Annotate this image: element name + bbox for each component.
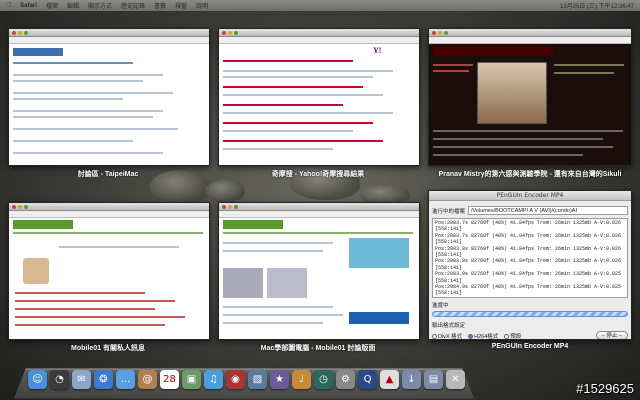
mail-icon[interactable]: ✉ [72,370,91,389]
menu-edit[interactable]: 編輯 [67,1,79,10]
garmin-ad-banner[interactable] [349,312,409,324]
address-bar[interactable] [219,211,419,218]
window-mobile01-messages[interactable] [8,202,210,340]
thumbnail[interactable] [267,268,307,298]
window-caption: Mobile01 有關私人訊息 [71,345,145,352]
menu-bar:  Safari 檔案 編輯 顯示方式 歷史記錄 書籤 視窗 說明 13月25日… [0,0,640,11]
watermark: #1529625 [576,381,634,396]
ad-banner[interactable] [349,238,409,268]
window-titlebar[interactable] [219,29,419,37]
log-line: Pos:2083.8s 82769f (48%) 41.84fps Trem: … [435,245,622,252]
stop-button[interactable]: – 停止 – [595,331,628,339]
options-label: 輸出格式設定 [432,323,466,329]
log-line: [558:141] [435,290,463,297]
window-content [219,218,419,339]
address-bar[interactable] [9,37,209,44]
menu-app-name[interactable]: Safari [20,3,37,9]
address-bar[interactable] [9,211,209,218]
menu-help[interactable]: 說明 [196,1,208,10]
radio-selected-icon [468,333,474,339]
radio-icon [504,333,510,339]
dashboard-icon[interactable]: ◔ [50,370,69,389]
window-content: Y! [219,44,419,165]
option-h264[interactable]: H264格式 [468,332,498,339]
radio-icon [432,333,437,339]
menu-bookmarks[interactable]: 書籤 [154,1,166,10]
address-bar[interactable] [429,37,631,44]
menu-window[interactable]: 視窗 [175,1,187,10]
penguin-icon[interactable]: ▲ [380,370,399,389]
option-divx[interactable]: DivX 格式 [432,332,462,339]
itunes-icon[interactable]: ♫ [204,370,223,389]
log-line: Pos:2083.7s 82769f (48%) 41.84fps Trem: … [435,232,622,239]
window-mobile01-forum[interactable] [218,202,420,340]
file-label: 進行中的檔案 [432,208,466,215]
log-line: Pos:2083.7s 82769f (48%) 41.84fps Trem: … [435,220,622,226]
window-caption: 討論區 - TaipeiMac [77,171,139,178]
safari-icon[interactable]: ❂ [94,370,113,389]
downloads-icon[interactable]: ↓ [402,370,421,389]
background-rock [150,170,210,204]
avatar [23,258,49,284]
progress-bar [432,311,628,317]
documents-icon[interactable]: ▤ [424,370,443,389]
background-rock [205,180,245,202]
window-titlebar[interactable] [219,203,419,211]
format-options: DivX 格式 H264格式 預設 – 停止 – [432,331,628,339]
window-yahoo-search[interactable]: Y! [218,28,420,166]
encoder-title[interactable]: PEnGUIn Encoder MP4 [429,191,631,201]
window-caption: PEnGUIn Encoder MP4 [491,343,569,350]
finder-icon[interactable]: ☺ [28,370,47,389]
menu-file[interactable]: 檔案 [46,1,58,10]
window-content [429,44,631,165]
encoding-log[interactable]: Pos:2083.7s 82769f (48%) 41.84fps Trem: … [432,218,628,298]
site-logo-icon [13,220,73,229]
address-book-icon[interactable]: @ [138,370,157,389]
apple-menu-icon[interactable]:  [6,2,11,9]
menu-clock[interactable]: 13月25日 (三) 下午12:36:47 [560,1,634,10]
encoder-body: 進行中的檔案 /Volumes/BOOTCAMP/ A V (AVI)/(con… [429,201,631,339]
window-titlebar[interactable] [9,29,209,37]
window-taipeimac[interactable] [8,28,210,166]
iphoto-icon[interactable]: ▧ [248,370,267,389]
window-caption: 奇摩搜 - Yahoo!奇摩搜尋結果 [271,171,365,178]
window-titlebar[interactable] [429,29,631,37]
site-logo-icon [223,220,283,229]
imovie-icon[interactable]: ★ [270,370,289,389]
site-header [433,46,553,56]
window-caption: Pranav Mistry的第六感與測驗學院 - 還有來自台灣的Sikuli [438,171,622,178]
yahoo-logo-icon: Y! [373,46,382,55]
log-line: Pos:2083.9s 82769f (48%) 41.84fps Trem: … [435,271,622,278]
system-preferences-icon[interactable]: ⚙ [336,370,355,389]
option-default[interactable]: 預設 [504,332,521,339]
menu-view[interactable]: 顯示方式 [88,1,112,10]
quicktime-icon[interactable]: Q [358,370,377,389]
preview-icon[interactable]: ▣ [182,370,201,389]
garageband-icon[interactable]: ♩ [292,370,311,389]
log-line: Pos:2084.0s 82769f (48%) 41.84fps Trem: … [435,284,622,291]
file-row: 進行中的檔案 /Volumes/BOOTCAMP/ A V (AVI)/(con… [432,206,628,215]
trash-icon[interactable]: ✕ [446,370,465,389]
window-titlebar[interactable] [9,203,209,211]
video-thumbnail[interactable] [477,62,547,124]
window-pranav-mistry[interactable] [428,28,632,166]
photo-booth-icon[interactable]: ◉ [226,370,245,389]
ichat-icon[interactable]: … [116,370,135,389]
menu-history[interactable]: 歷史記錄 [121,1,145,10]
window-caption: Mac學部圖電腦 - Mobile01 討論版面 [260,345,376,352]
window-content [9,44,209,165]
ical-icon[interactable]: 28 [160,370,179,389]
address-bar[interactable] [219,37,419,44]
time-machine-icon[interactable]: ◷ [314,370,333,389]
log-line: Pos:2083.8s 82769f (48%) 41.84fps Trem: … [435,258,622,265]
window-penguin-encoder[interactable]: PEnGUIn Encoder MP4 進行中的檔案 /Volumes/BOOT… [428,190,632,340]
window-content [9,218,209,339]
file-path-field[interactable]: /Volumes/BOOTCAMP/ A V (AVI)/(condo)AI [468,206,628,215]
thumbnail[interactable] [223,268,263,298]
progress-label: 進度中 [432,303,449,309]
site-banner [13,48,63,56]
